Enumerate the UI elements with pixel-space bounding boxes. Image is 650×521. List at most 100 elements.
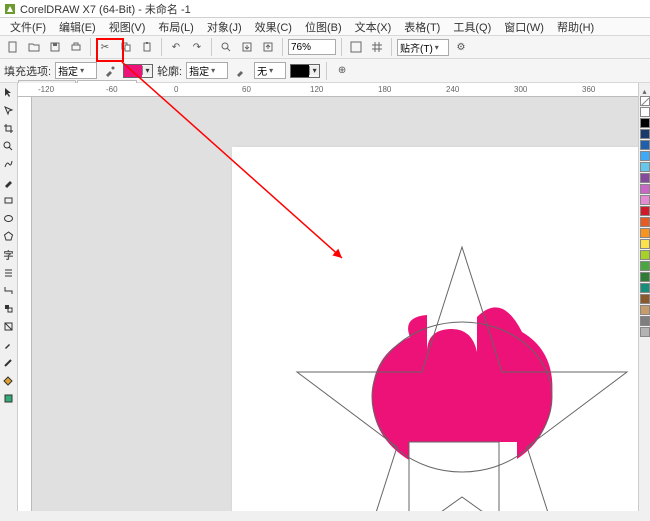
open-button[interactable] [25,38,43,56]
menu-text[interactable]: 文本(X) [349,17,398,37]
palette-swatch[interactable] [640,151,650,161]
menu-window[interactable]: 窗口(W) [498,17,550,37]
ruler-vertical [18,97,32,511]
menu-tools[interactable]: 工具(Q) [447,17,497,37]
ruler-tick: 0 [174,85,178,94]
menu-object[interactable]: 对象(J) [201,17,248,37]
window-title: CorelDRAW X7 (64-Bit) - 未命名 -1 [20,1,191,17]
palette-swatch[interactable] [640,261,650,271]
add-button[interactable]: ⊕ [333,62,351,80]
ruler-tick: -120 [38,85,54,94]
shape-tool[interactable] [1,103,16,118]
new-button[interactable] [4,38,22,56]
outline-tool[interactable] [1,355,16,370]
palette-swatch[interactable] [640,294,650,304]
menu-view[interactable]: 视图(V) [103,17,152,37]
text-tool[interactable]: 字 [1,247,16,262]
ruler-tick: 360 [582,85,595,94]
zoom-tool[interactable] [1,139,16,154]
palette-swatch[interactable] [640,195,650,205]
outline-style-dropdown[interactable]: 无▾ [254,62,286,79]
fill-tool[interactable] [1,373,16,388]
polygon-tool[interactable] [1,229,16,244]
separator [391,38,392,56]
paste-button[interactable] [138,38,156,56]
outline-mode-dropdown[interactable]: 指定▾ [186,62,228,79]
crop-tool[interactable] [1,121,16,136]
outline-eyedropper-button[interactable] [232,62,250,80]
copy-button[interactable] [117,38,135,56]
palette-swatch[interactable] [640,217,650,227]
canvas[interactable] [32,97,638,511]
palette-no-color[interactable] [640,96,650,106]
rectangle-outline[interactable] [409,442,499,511]
freehand-tool[interactable] [1,157,16,172]
zoom-input[interactable] [288,39,336,55]
parallel-tool[interactable] [1,265,16,280]
eyedropper-tool[interactable] [1,337,16,352]
menu-bitmap[interactable]: 位图(B) [299,17,348,37]
redo-button[interactable]: ↷ [188,38,206,56]
cut-button[interactable]: ✂ [96,38,114,56]
palette-swatch[interactable] [640,239,650,249]
palette-swatch[interactable] [640,272,650,282]
search-button[interactable] [217,38,235,56]
palette-swatch[interactable] [640,140,650,150]
outline-label: 轮廓: [157,63,182,79]
menu-edit[interactable]: 编辑(E) [53,17,102,37]
palette-swatch[interactable] [640,327,650,337]
palette-swatch[interactable] [640,184,650,194]
separator [161,38,162,56]
titlebar: CorelDRAW X7 (64-Bit) - 未命名 -1 [0,0,650,18]
grid-button[interactable] [368,38,386,56]
outline-color-swatch[interactable]: ▾ [290,64,320,78]
palette-swatch[interactable] [640,173,650,183]
palette-swatch[interactable] [640,206,650,216]
menu-file[interactable]: 文件(F) [4,17,52,37]
fill-mode-dropdown[interactable]: 指定▾ [55,62,97,79]
connector-tool[interactable] [1,283,16,298]
palette-swatch[interactable] [640,250,650,260]
snap-dropdown[interactable]: 贴齐(T)▾ [397,39,449,56]
separator [211,38,212,56]
separator [326,62,327,80]
palette-scroll-up[interactable]: ▴ [642,87,646,96]
palette-swatch[interactable] [640,162,650,172]
print-button[interactable] [67,38,85,56]
artistic-tool[interactable] [1,175,16,190]
fill-label: 填充选项: [4,63,51,79]
save-button[interactable] [46,38,64,56]
menu-effect[interactable]: 效果(C) [249,17,298,37]
palette-swatch[interactable] [640,228,650,238]
palette-swatch[interactable] [640,316,650,326]
palette-swatch[interactable] [640,283,650,293]
separator [341,38,342,56]
import-button[interactable] [238,38,256,56]
transparency-tool[interactable] [1,319,16,334]
fill-color-swatch[interactable]: ▾ [123,64,153,78]
fullscreen-button[interactable] [347,38,365,56]
export-button[interactable] [259,38,277,56]
options-button[interactable]: ⚙ [452,38,470,56]
ruler-tick: 240 [446,85,459,94]
app-icon [4,3,16,15]
palette-swatch[interactable] [640,107,650,117]
filled-shape[interactable] [372,307,552,460]
interactive-tool[interactable] [1,301,16,316]
drawing [32,97,638,511]
menu-layout[interactable]: 布局(L) [152,17,199,37]
undo-button[interactable]: ↶ [167,38,185,56]
menu-help[interactable]: 帮助(H) [551,17,600,37]
pick-tool[interactable] [1,85,16,100]
ellipse-tool[interactable] [1,211,16,226]
palette-swatch[interactable] [640,118,650,128]
separator [90,38,91,56]
smart-fill-tool[interactable] [1,391,16,406]
palette-swatch[interactable] [640,305,650,315]
main-toolbar: ✂ ↶ ↷ 贴齐(T)▾ ⚙ [0,36,650,59]
menu-table[interactable]: 表格(T) [398,17,446,37]
rectangle-tool[interactable] [1,193,16,208]
snap-label: 贴齐(T) [400,40,433,55]
eyedropper-button[interactable] [101,62,119,80]
palette-swatch[interactable] [640,129,650,139]
